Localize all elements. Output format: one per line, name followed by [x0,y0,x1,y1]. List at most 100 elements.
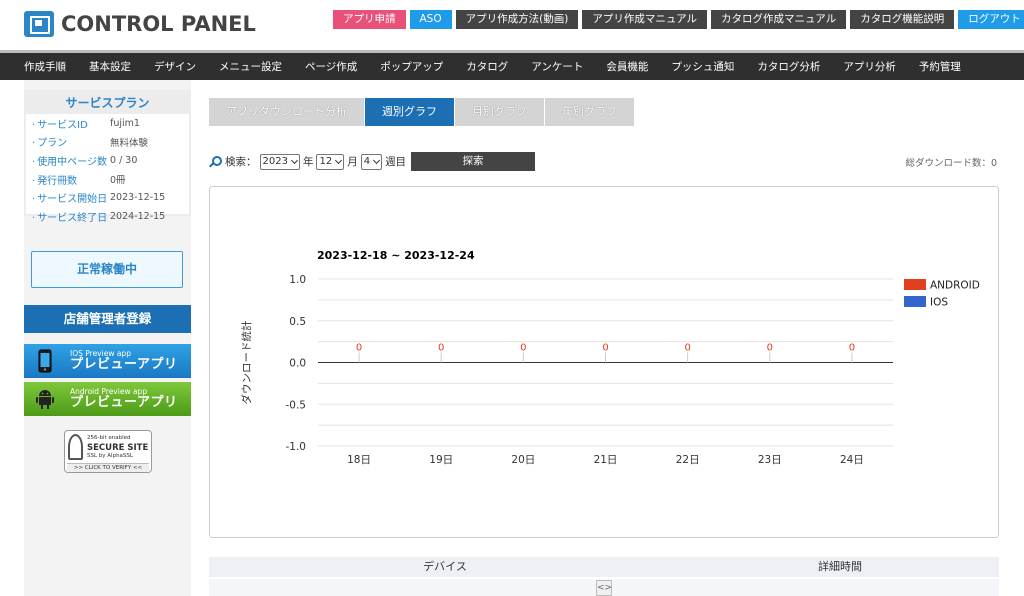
x-tick-label: 19日 [429,454,453,466]
y-axis-label: ダウンロード統計 [240,320,253,404]
week-select[interactable]: 4 [360,153,383,170]
status-badge: 正常稼働中 [31,251,183,288]
x-tick-label: 24日 [840,454,864,466]
analytics-tabs: アプリダウンロード分析 週別グラフ 月別グラフ 年別グラフ [209,98,635,126]
chart-container: 2023-12-18 ~ 2023-12-24 1.0 0.5 0.0 -0.5 -1.0… [209,186,999,538]
android-preview-big-label: プレビューアプリ [70,394,178,410]
ios-preview-app-button[interactable]: IOS Preview app プレビューアプリ [24,344,191,378]
data-label: 0 [767,343,773,354]
catalog-manual-button[interactable]: カタログ作成マニュアル [711,10,847,29]
plan-value: 0冊 [110,175,126,187]
ssl-line-1: 256-bit enabled [87,435,131,441]
logo[interactable]: CONTROL PANEL [24,10,256,38]
data-label: 0 [356,343,362,354]
y-tick-label: -1.0 [286,441,307,453]
year-select-value: 2023 [262,156,288,167]
search-bar: 検索： 2023 年 12 月 4 週目 探索 [209,152,536,171]
nav-item-popup[interactable]: ポップアップ [380,59,443,74]
main-nav: 作成手順 基本設定 デザイン メニュー設定 ページ作成 ポップアップ カタログ … [0,50,1024,80]
plan-row: 発行冊数0冊 [26,170,189,189]
data-label: 0 [520,343,526,354]
logo-book-icon [24,11,54,37]
nav-item-member[interactable]: 会員機能 [606,59,648,74]
nav-item-push[interactable]: プッシュ通知 [671,59,734,74]
search-label: 検索： [225,156,257,168]
plan-value: 無料体験 [110,137,149,149]
y-tick-label: 1.0 [289,274,306,286]
ios-preview-big-label: プレビューアプリ [70,356,178,372]
ssl-seal-icon [68,434,83,460]
plan-value: 2024-12-15 [110,210,166,222]
legend-label-ios: IOS [930,297,948,309]
column-header-device[interactable]: デバイス [209,557,681,577]
ssl-secure-site-seal[interactable]: 256-bit enabled SECURE SITE SSL by Alpha… [64,430,152,473]
month-select[interactable]: 12 [316,153,345,170]
nav-item-catalog-analytics[interactable]: カタログ分析 [757,59,820,74]
nav-item-menu-settings[interactable]: メニュー設定 [219,59,282,74]
total-downloads: 総ダウンロード数：0 [905,158,997,169]
nav-item-app-analytics[interactable]: アプリ分析 [843,59,896,74]
android-preview-app-button[interactable]: Android Preview app プレビューアプリ [24,382,191,416]
legend-label-android: ANDROID [930,280,980,292]
search-icon [209,155,222,168]
legend-swatch-ios [904,296,926,307]
header: CONTROL PANEL アプリ申請 ASO アプリ作成方法(動画) アプリ作… [0,0,1024,50]
plan-key: プラン [26,134,110,149]
nav-item-steps[interactable]: 作成手順 [24,59,66,74]
data-label: 0 [438,343,444,354]
plan-row: プラン無料体験 [26,133,189,152]
month-unit: 月 [347,156,358,168]
device-table-header: デバイス 詳細時間 [209,557,999,577]
iphone-icon [34,348,56,374]
search-button[interactable]: 探索 [411,152,536,171]
plan-row: サービス終了日2024-12-15 [26,207,189,226]
nav-item-page-create[interactable]: ページ作成 [305,59,357,74]
year-unit: 年 [302,156,314,168]
header-buttons: アプリ申請 ASO アプリ作成方法(動画) アプリ作成マニュアル カタログ作成マ… [333,10,1024,29]
app-apply-button[interactable]: アプリ申請 [333,10,406,29]
app-manual-button[interactable]: アプリ作成マニュアル [582,10,708,29]
chevron-down-icon [373,156,381,164]
tab-download-analysis[interactable]: アプリダウンロード分析 [209,98,365,126]
plan-key: 発行冊数 [26,172,110,187]
y-tick-label: 0.0 [289,358,306,370]
data-label: 0 [849,343,855,354]
plan-row: 使用中ページ数0 / 30 [26,151,189,170]
plan-value: fujim1 [110,117,140,129]
android-icon [34,386,56,412]
aso-button[interactable]: ASO [409,10,452,29]
tab-weekly-graph[interactable]: 週別グラフ [365,98,455,126]
month-select-value: 12 [319,156,333,167]
logout-button[interactable]: ログアウト [958,10,1024,29]
app-video-guide-button[interactable]: アプリ作成方法(動画) [455,10,579,29]
service-plan-box: サービスプラン サービスIDfujim1 プラン無料体験 使用中ページ数0 / … [24,90,191,224]
logo-text: CONTROL PANEL [61,12,256,36]
nav-item-survey[interactable]: アンケート [531,59,583,74]
catalog-feature-button[interactable]: カタログ機能説明 [850,10,955,29]
nav-item-catalog[interactable]: カタログ [466,59,508,74]
chevron-down-icon [335,156,343,164]
x-tick-label: 22日 [676,454,700,466]
y-tick-label: -0.5 [286,399,307,411]
plan-key: サービスID [26,116,110,131]
plan-key: 使用中ページ数 [26,153,110,168]
year-select[interactable]: 2023 [259,153,300,170]
plan-key: サービス開始日 [26,190,110,205]
tab-monthly-graph[interactable]: 月別グラフ [455,98,545,126]
download-chart: 2023-12-18 ~ 2023-12-24 1.0 0.5 0.0 -0.5 -1.0… [240,249,980,466]
x-tick-label: 20日 [511,454,535,466]
chart-title: 2023-12-18 ~ 2023-12-24 [317,249,475,262]
week-unit: 週目 [385,156,407,168]
nav-item-reservation[interactable]: 予約管理 [919,59,961,74]
plan-row: サービスIDfujim1 [26,114,189,133]
data-label: 0 [602,343,608,354]
column-resize-handle[interactable]: <> [596,580,612,596]
tab-yearly-graph[interactable]: 年別グラフ [545,98,635,126]
nav-item-design[interactable]: デザイン [154,59,196,74]
nav-item-basic-settings[interactable]: 基本設定 [89,59,131,74]
ssl-line-3: SSL by AlphaSSL [87,453,133,459]
y-tick-label: 0.5 [289,316,306,328]
store-admin-register-button[interactable]: 店舗管理者登録 [24,305,191,333]
column-header-detail-time[interactable]: 詳細時間 [681,557,999,577]
service-plan-title: サービスプラン [26,92,189,114]
